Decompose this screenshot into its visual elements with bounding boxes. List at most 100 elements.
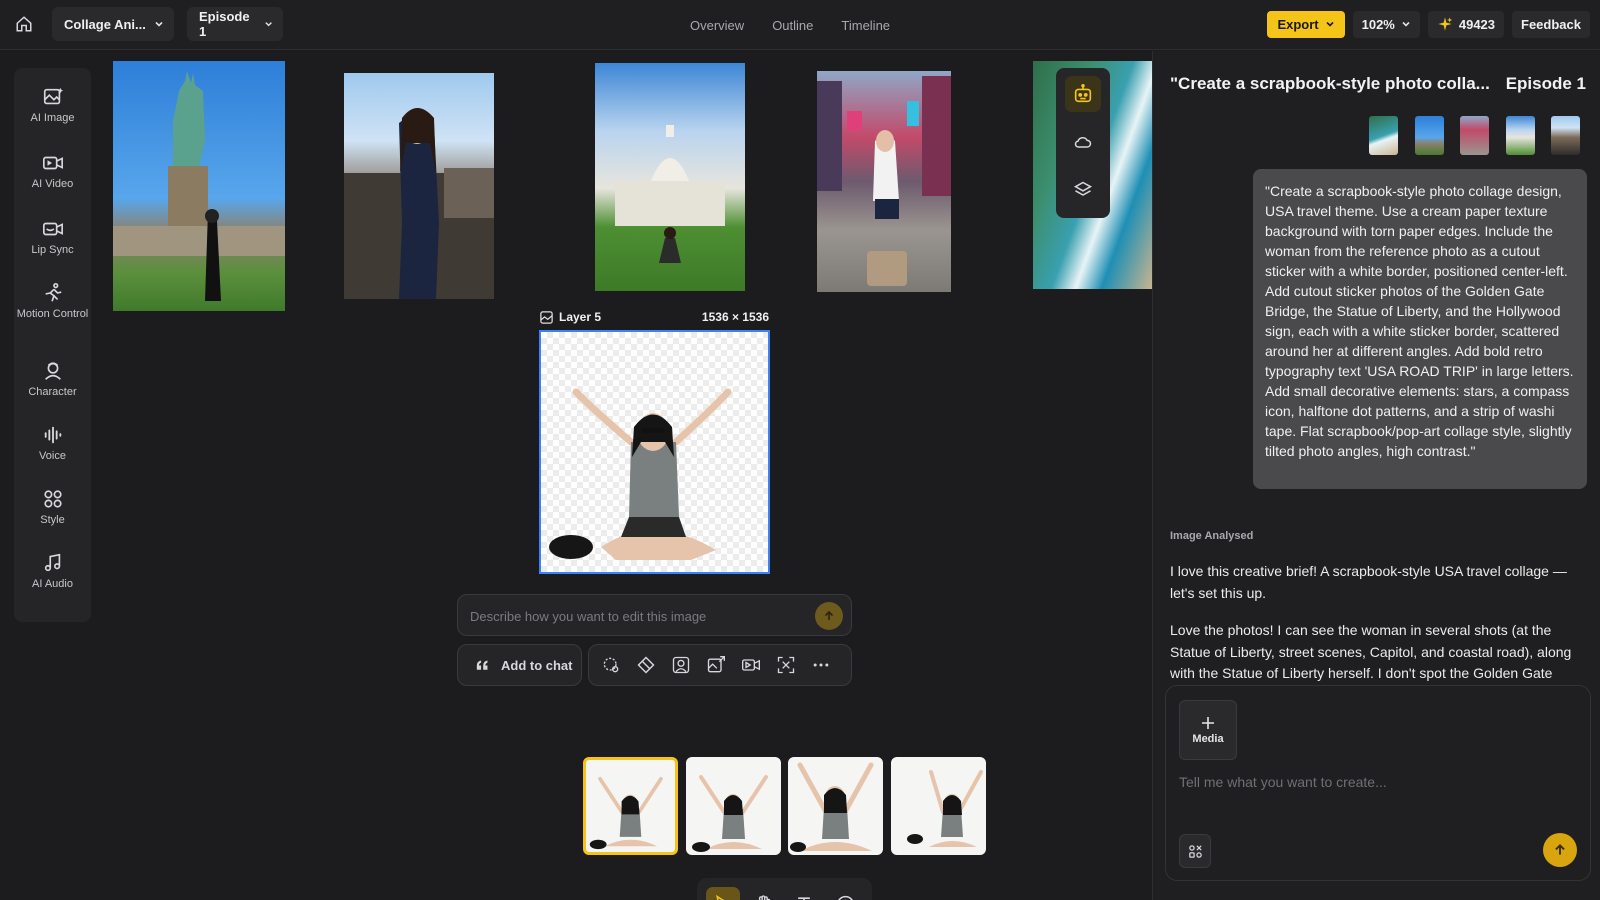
canvas-bottom-toolbar xyxy=(697,878,872,900)
tab-timeline[interactable]: Timeline xyxy=(841,18,890,33)
rail-item-label: Voice xyxy=(39,450,66,462)
arrow-up-icon xyxy=(824,610,834,620)
media-label: Media xyxy=(1192,733,1224,745)
tab-overview[interactable]: Overview xyxy=(690,18,744,33)
rail-item-ai-video[interactable]: AI Video xyxy=(14,152,91,191)
rail-item-motion-control[interactable]: Motion Control xyxy=(14,282,91,321)
composer-tools-button[interactable] xyxy=(1179,834,1211,868)
layer-name: Layer 5 xyxy=(559,310,602,324)
upscale-icon[interactable] xyxy=(776,655,796,675)
rail-item-label: Motion Control xyxy=(16,308,89,320)
zoom-value: 102% xyxy=(1361,16,1395,32)
layer-header: Layer 5 1536 × 1536 xyxy=(539,309,769,325)
photo-capitol[interactable] xyxy=(595,63,745,291)
canvas-tools xyxy=(1056,68,1110,218)
selected-layer-image[interactable] xyxy=(539,330,770,574)
remove-background-icon[interactable] xyxy=(671,655,691,675)
text-icon xyxy=(798,897,810,900)
chevron-down-icon xyxy=(1402,21,1410,27)
chat-input[interactable] xyxy=(1179,774,1559,814)
image-icon xyxy=(540,310,553,324)
hand-icon xyxy=(758,895,771,900)
text-tool-button[interactable] xyxy=(787,887,821,900)
edit-prompt-input[interactable] xyxy=(470,605,810,627)
layers-button[interactable] xyxy=(1065,172,1101,208)
reference-thumbnail[interactable] xyxy=(1506,116,1535,155)
rail-item-lip-sync[interactable]: Lip Sync xyxy=(14,218,91,257)
photo-street-scene[interactable] xyxy=(344,73,494,299)
chat-title: "Create a scrapbook-style photo colla... xyxy=(1170,74,1490,93)
home-icon[interactable] xyxy=(10,10,38,38)
export-button[interactable]: Export xyxy=(1267,10,1345,38)
more-icon[interactable] xyxy=(811,655,831,675)
status-label: Image Analysed xyxy=(1170,530,1254,542)
rail-item-label: AI Audio xyxy=(32,578,73,590)
ai-image-icon xyxy=(43,87,63,105)
top-right-controls: Export 102% 49423 Feedback xyxy=(1267,10,1590,38)
reference-thumbnail[interactable] xyxy=(1460,116,1489,155)
assistant-paragraph: I love this creative brief! A scrapbook-… xyxy=(1170,563,1567,601)
reference-thumbnail[interactable] xyxy=(1415,116,1444,155)
export-label: Export xyxy=(1277,16,1319,32)
image-expand-icon[interactable] xyxy=(706,655,726,675)
project-select[interactable]: Collage Ani... xyxy=(52,7,174,41)
user-message: "Create a scrapbook-style photo collage … xyxy=(1253,169,1587,489)
lasso-select-icon[interactable] xyxy=(601,655,621,675)
robot-icon xyxy=(1074,84,1092,103)
ai-assistant-button[interactable] xyxy=(1065,76,1101,112)
variant-thumbnail[interactable] xyxy=(583,757,678,855)
style-icon xyxy=(43,490,62,508)
variant-thumbnail[interactable] xyxy=(788,757,883,855)
rail-item-label: Lip Sync xyxy=(31,244,74,256)
tab-outline[interactable]: Outline xyxy=(772,18,813,33)
select-tool-button[interactable] xyxy=(706,887,740,900)
chat-composer: Media xyxy=(1165,685,1591,881)
chevron-down-icon xyxy=(265,22,272,27)
variant-thumbnail[interactable] xyxy=(686,757,781,855)
apps-icon xyxy=(1188,844,1202,858)
rail-item-label: AI Image xyxy=(30,112,75,124)
layers-icon xyxy=(1073,181,1093,196)
feedback-button[interactable]: Feedback xyxy=(1512,10,1590,38)
zoom-select[interactable]: 102% xyxy=(1352,10,1420,38)
edit-send-button[interactable] xyxy=(815,602,843,630)
rail-item-label: AI Video xyxy=(31,178,74,190)
photo-statue-of-liberty[interactable] xyxy=(113,61,285,311)
upload-tool-button[interactable] xyxy=(828,887,862,900)
send-button[interactable] xyxy=(1543,833,1577,867)
variant-thumbnail[interactable] xyxy=(891,757,986,855)
lip-sync-icon xyxy=(42,222,63,236)
hand-tool-button[interactable] xyxy=(746,887,780,900)
ai-video-icon xyxy=(42,156,63,170)
character-icon xyxy=(44,362,61,380)
cloud-button[interactable] xyxy=(1065,124,1101,160)
reference-thumbnail[interactable] xyxy=(1551,116,1580,155)
photo-times-square[interactable] xyxy=(817,71,951,292)
chat-panel: "Create a scrapbook-style photo colla...… xyxy=(1152,51,1600,900)
add-media-button[interactable]: Media xyxy=(1179,700,1237,760)
ai-audio-icon xyxy=(44,553,60,572)
cursor-icon xyxy=(716,894,724,900)
rail-item-ai-image[interactable]: AI Image xyxy=(14,86,91,125)
project-name: Collage Ani... xyxy=(64,16,146,32)
rail-item-voice[interactable]: Voice xyxy=(14,424,91,463)
quote-icon xyxy=(476,660,488,670)
rail-item-ai-audio[interactable]: AI Audio xyxy=(14,552,91,591)
eraser-icon[interactable] xyxy=(636,655,656,675)
rail-item-character[interactable]: Character xyxy=(14,360,91,399)
image-edit-toolbar xyxy=(588,644,852,686)
canvas[interactable]: Layer 5 1536 × 1536 Add to chat xyxy=(100,51,1152,900)
add-to-chat-button[interactable]: Add to chat xyxy=(457,644,582,686)
edit-prompt-box xyxy=(457,594,852,636)
episode-select[interactable]: Episode 1 xyxy=(187,7,283,41)
credits-badge[interactable]: 49423 xyxy=(1427,10,1505,38)
rail-item-style[interactable]: Style xyxy=(14,488,91,527)
reference-thumbnail[interactable] xyxy=(1369,116,1398,155)
chat-episode: Episode 1 xyxy=(1505,74,1586,93)
episode-label: Episode 1 xyxy=(199,9,250,39)
top-bar: Collage Ani... Episode 1 Overview Outlin… xyxy=(0,0,1600,50)
sparkle-icon xyxy=(1438,17,1453,31)
plus-icon xyxy=(1202,717,1214,729)
feedback-label: Feedback xyxy=(1521,16,1581,32)
image-to-video-icon[interactable] xyxy=(741,655,761,675)
